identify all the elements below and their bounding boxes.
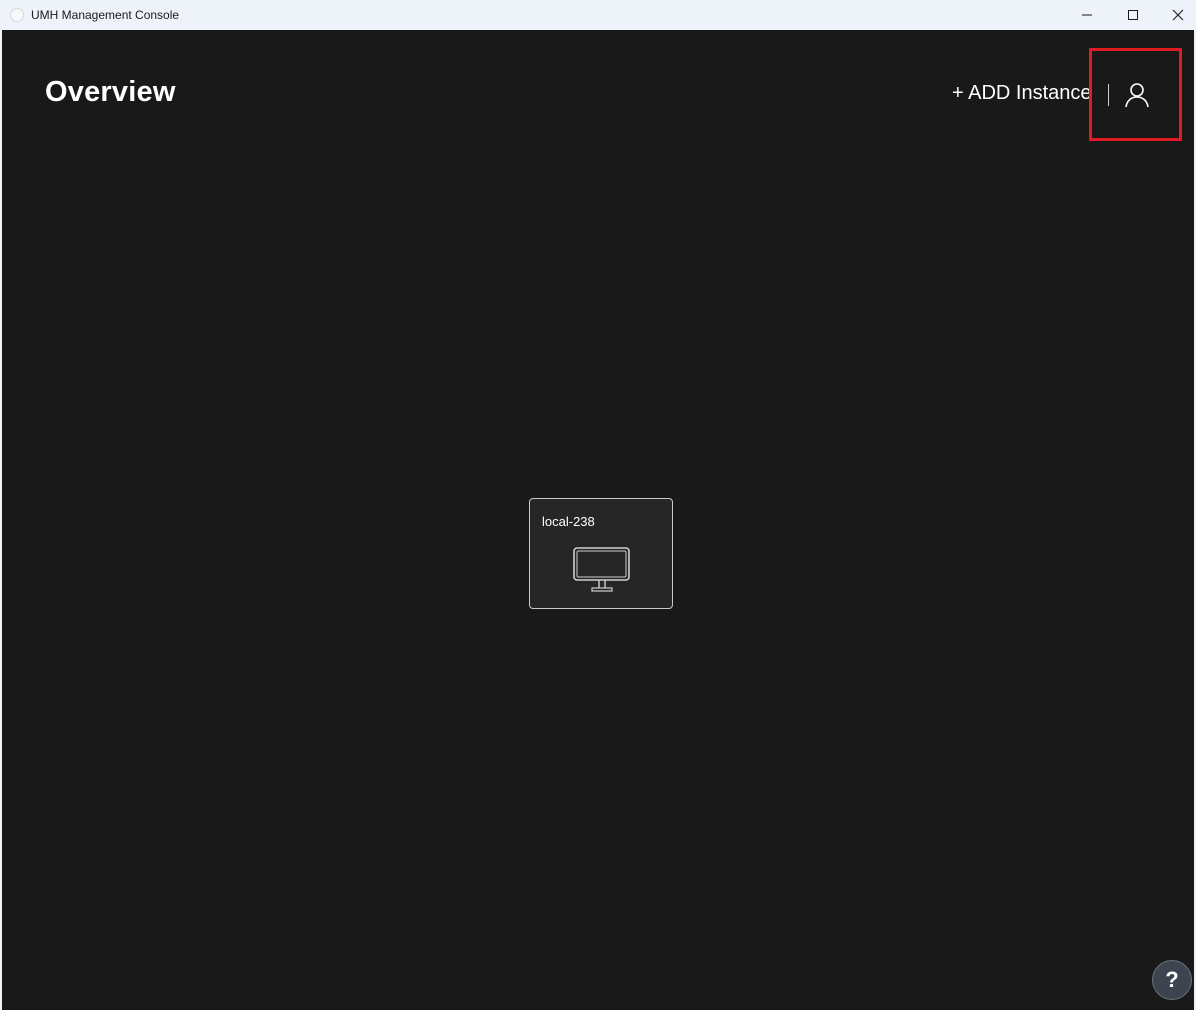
close-button[interactable] <box>1155 0 1196 30</box>
user-profile-button[interactable] <box>1121 79 1153 111</box>
help-button[interactable]: ? <box>1152 960 1192 1000</box>
maximize-button[interactable] <box>1110 0 1156 30</box>
minimize-button[interactable] <box>1064 0 1110 30</box>
user-icon <box>1125 83 1149 108</box>
window-title: UMH Management Console <box>31 8 180 22</box>
main-content: Overview + ADD Instance local-238 ? <box>2 30 1194 1010</box>
close-icon <box>1172 9 1184 21</box>
add-instance-button[interactable]: + ADD Instance <box>952 82 1092 105</box>
monitor-icon <box>573 547 630 592</box>
minimize-icon <box>1082 14 1092 16</box>
instance-name: local-238 <box>542 514 595 529</box>
maximize-icon <box>1128 10 1138 20</box>
app-icon <box>10 8 24 22</box>
instance-card[interactable]: local-238 <box>529 498 673 609</box>
window-titlebar: UMH Management Console <box>0 0 1196 30</box>
page-title: Overview <box>45 76 176 108</box>
